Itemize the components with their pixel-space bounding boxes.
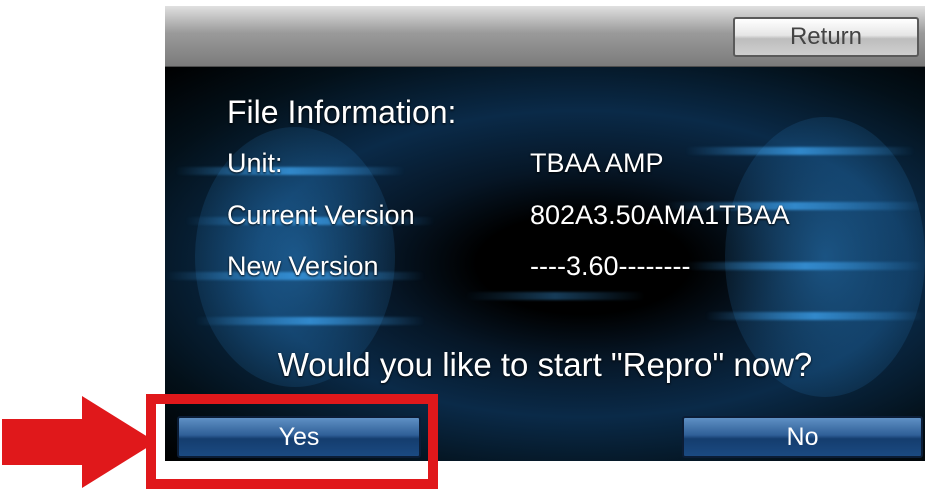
yes-highlight-box	[146, 394, 438, 489]
unit-value: TBAA AMP	[530, 148, 664, 178]
right-arrow-icon	[2, 396, 156, 488]
new-version-value: ----3.60--------	[530, 251, 691, 281]
current-version-value: 802A3.50AMA1TBAA	[530, 200, 790, 230]
screenshot-canvas: Return File Information: Unit: TBAA AMP …	[0, 0, 925, 497]
no-button[interactable]: No	[682, 416, 923, 458]
unit-label: Unit:	[227, 148, 283, 178]
new-version-label: New Version	[227, 251, 379, 281]
top-bar: Return	[165, 6, 925, 67]
return-button[interactable]: Return	[733, 17, 919, 57]
current-version-label: Current Version	[227, 200, 415, 230]
file-information-title: File Information:	[227, 94, 457, 130]
device-screen: Return File Information: Unit: TBAA AMP …	[165, 6, 925, 461]
repro-question: Would you like to start "Repro" now?	[277, 346, 813, 383]
